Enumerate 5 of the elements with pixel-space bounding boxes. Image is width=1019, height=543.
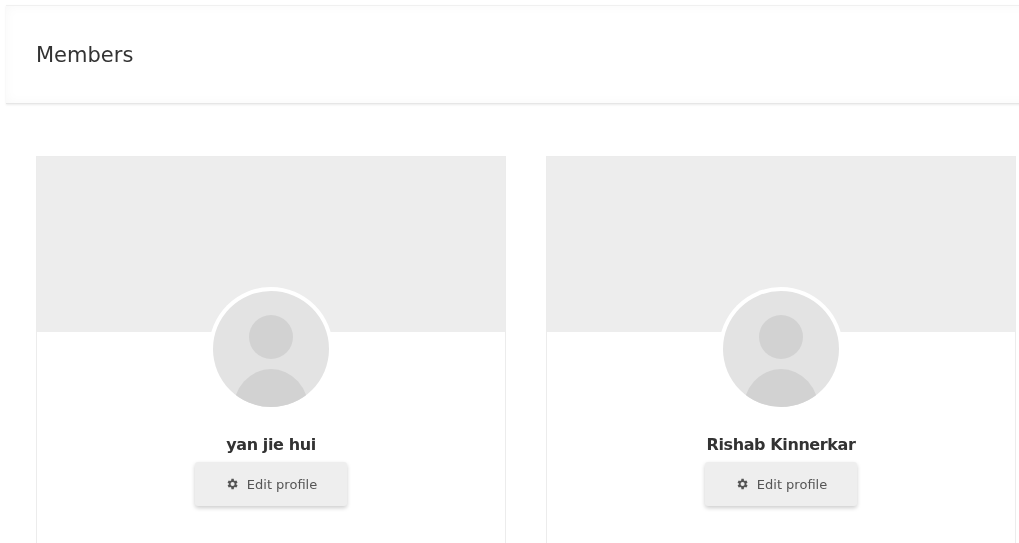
page-title: Members: [36, 42, 134, 67]
member-name: Rishab Kinnerkar: [706, 435, 856, 454]
edit-profile-button[interactable]: Edit profile: [195, 462, 347, 506]
edit-profile-button[interactable]: Edit profile: [705, 462, 857, 506]
member-name: yan jie hui: [226, 435, 316, 454]
